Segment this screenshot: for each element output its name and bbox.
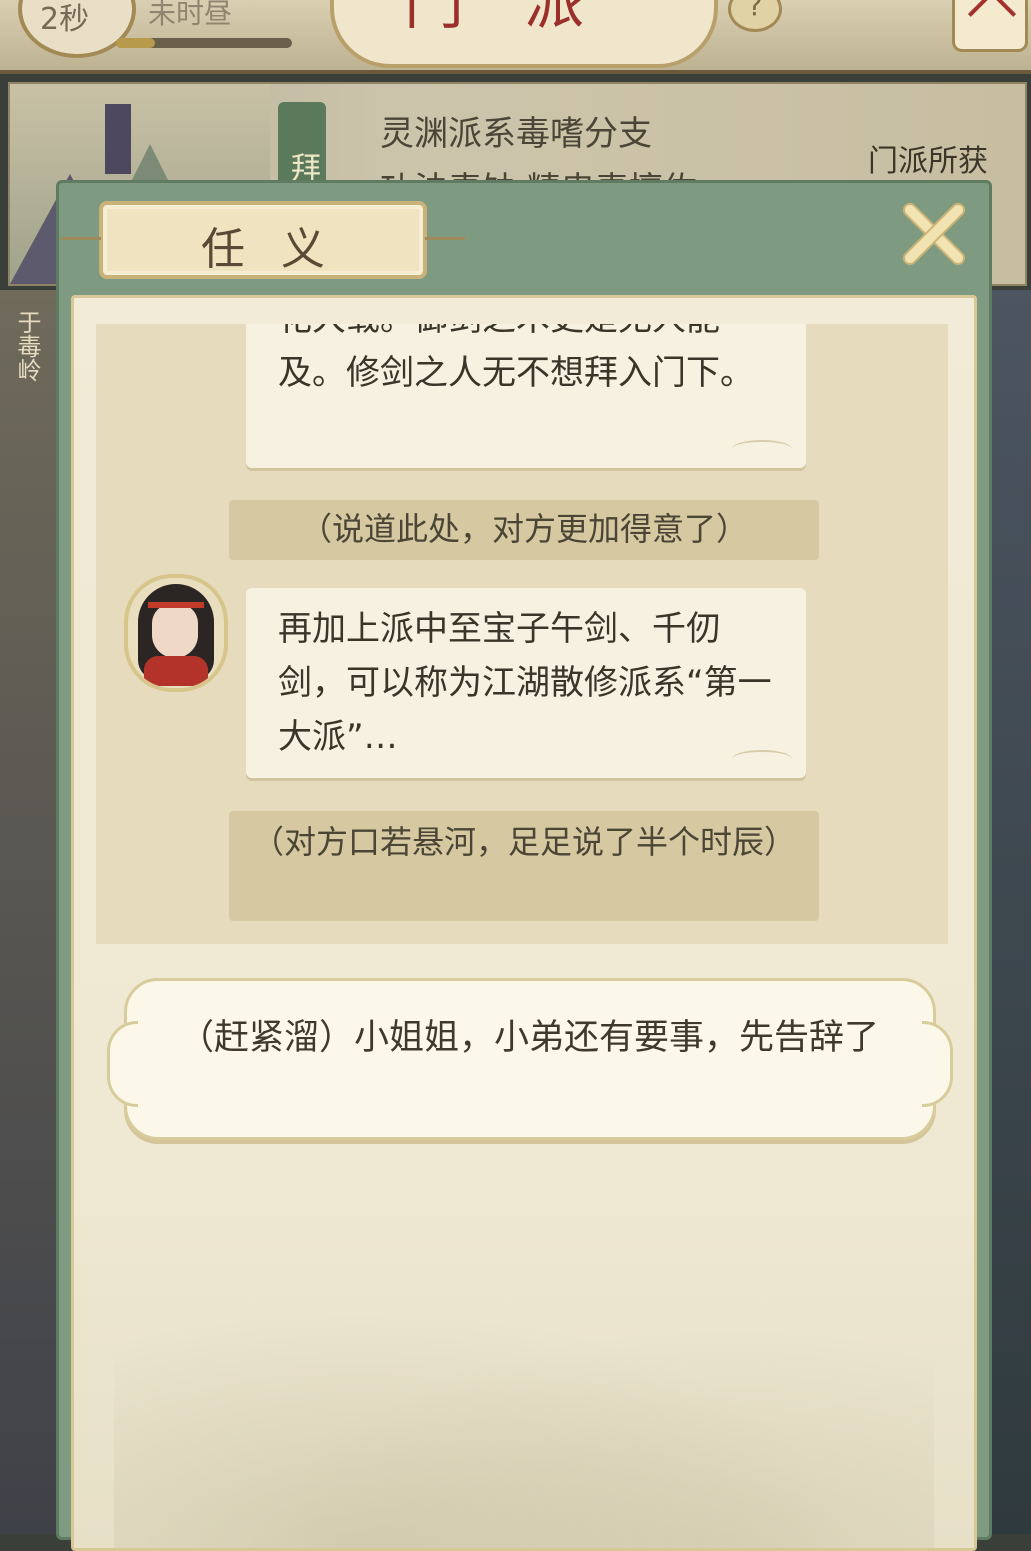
dialog-header: 任义: [59, 183, 989, 293]
npc-avatar: [124, 574, 228, 692]
time-progress-fill: [116, 38, 155, 48]
dialog-paper: 花大载。御剑之术更是无人能及。修剑之人无不想拜入门下。 （说道此处，对方更加得意…: [71, 295, 977, 1551]
sect-gain-label[interactable]: 门派所获: [868, 136, 988, 180]
timer-text: 2秒: [40, 2, 90, 37]
top-bar: 2秒 未时昼 门派 ?: [0, 0, 1031, 74]
dialog-title: 任义: [201, 224, 361, 275]
sect-description-line1: 灵渊派系毒嗜分支: [380, 114, 652, 154]
collapse-button[interactable]: [952, 0, 1028, 52]
dialog-window: 任义 花大载。御剑之术更是无人能及。修剑之人无不想拜入门下。 （说道此处，对方更…: [56, 180, 992, 1551]
speech-bubble: 花大载。御剑之术更是无人能及。修剑之人无不想拜入门下。: [246, 324, 806, 468]
close-button[interactable]: [901, 201, 967, 267]
speech-bubble: 再加上派中至宝子午剑、千仞剑，可以称为江湖散修派系“第一大派”…: [246, 588, 806, 778]
left-map-edge: 于毒岭: [0, 290, 58, 1534]
right-map-edge: [986, 290, 1031, 1534]
page-title-plate: 门派: [330, 0, 718, 68]
dialog-choice-button[interactable]: （赶紧溜）小姐姐，小弟还有要事，先告辞了: [107, 978, 953, 1140]
narration-line: （对方口若悬河，足足说了半个时辰）: [229, 811, 819, 921]
location-label[interactable]: 于毒岭: [10, 310, 45, 382]
page-title: 门派: [404, 0, 644, 38]
dialog-title-plate: 任义: [61, 201, 465, 279]
time-progress-bar: [116, 38, 292, 48]
mountain-mist-decoration: [114, 1268, 934, 1548]
help-button[interactable]: ?: [728, 0, 782, 32]
narration-line: （说道此处，对方更加得意了）: [229, 500, 819, 560]
conversation-log[interactable]: 花大载。御剑之术更是无人能及。修剑之人无不想拜入门下。 （说道此处，对方更加得意…: [96, 324, 948, 944]
chevron-up-icon: [967, 0, 1017, 39]
game-time: 未时昼: [148, 0, 233, 30]
